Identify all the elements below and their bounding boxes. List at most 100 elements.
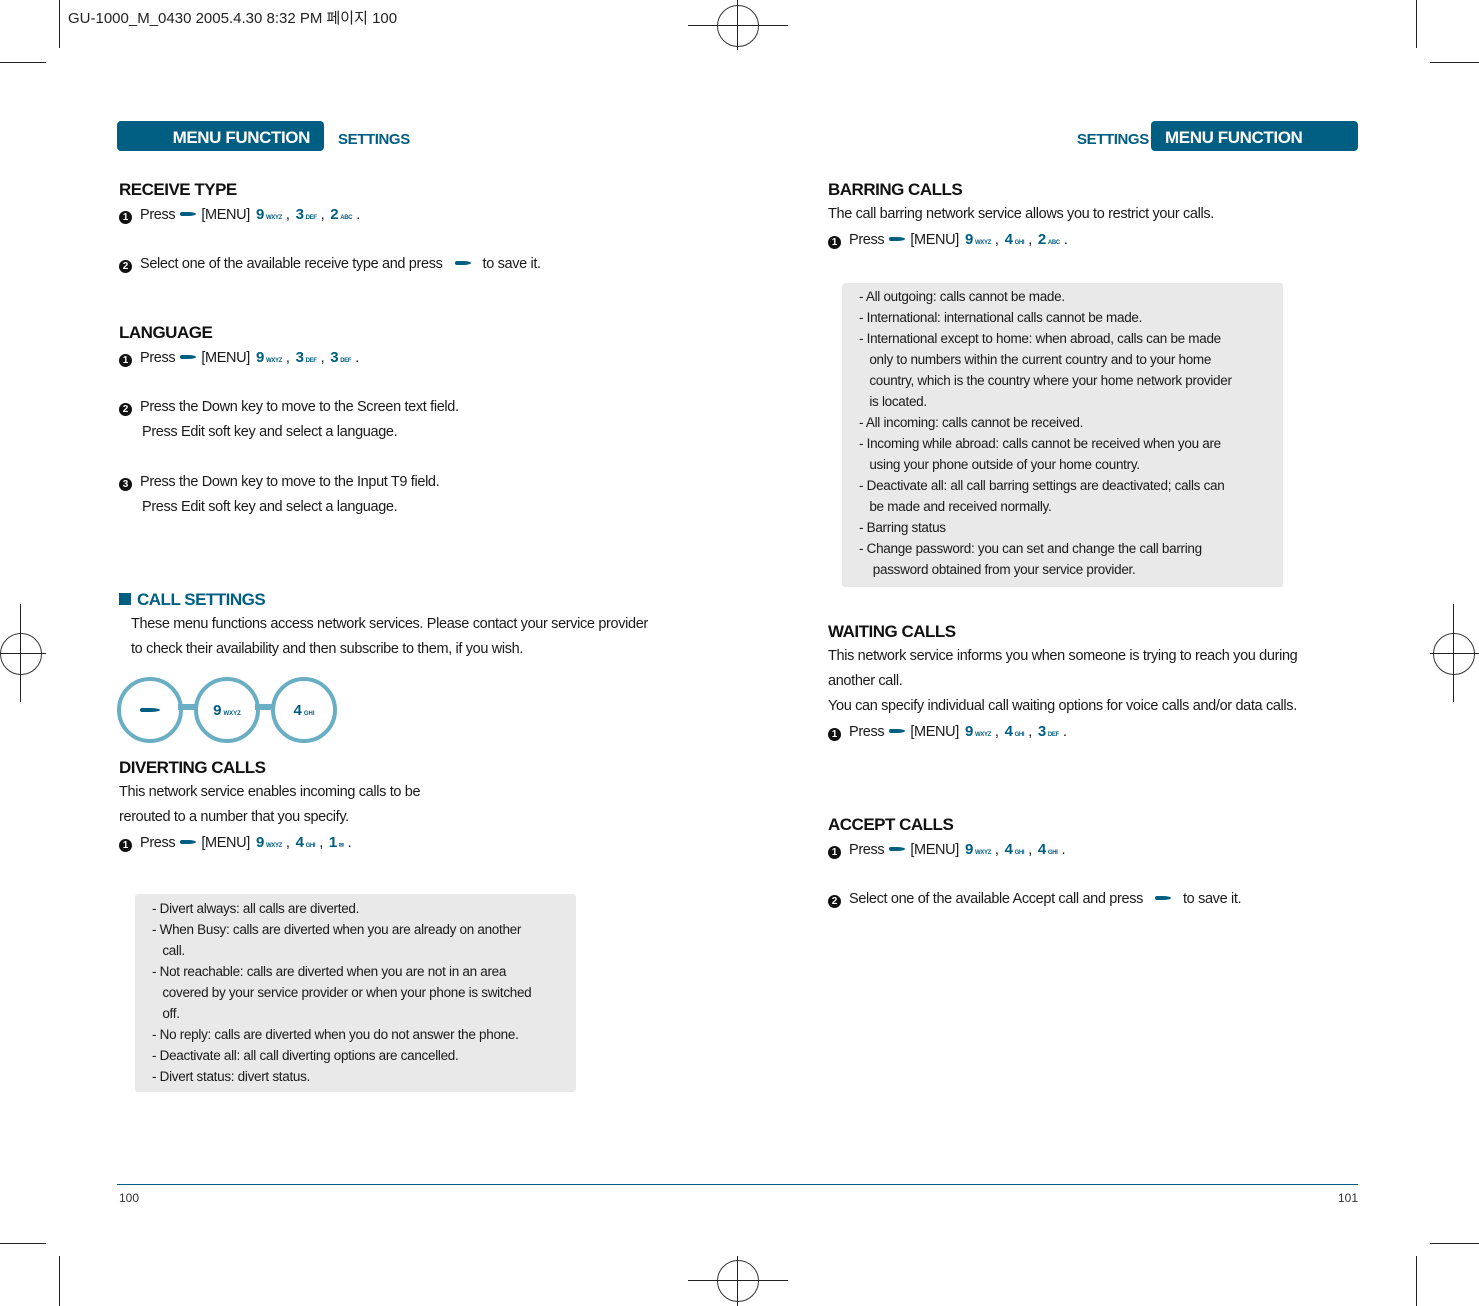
comma-separator: , <box>994 724 999 740</box>
registration-line <box>0 653 46 654</box>
crop-mark <box>59 0 60 48</box>
key-letters: DEF <box>305 358 317 364</box>
box-line: is located. <box>859 394 927 409</box>
path-key-4: 4 GHI <box>271 677 337 743</box>
key-digit: 9 <box>255 349 264 366</box>
tab-label: MENU FUNCTION <box>172 128 311 147</box>
key-digit: 9 <box>964 723 973 740</box>
step-suffix: to save it. <box>482 256 542 272</box>
keypad-key: 9 WXYZ <box>965 841 991 858</box>
registration-mark <box>1433 633 1475 675</box>
soft-key-icon <box>454 261 471 265</box>
key-digit: 3 <box>295 206 304 223</box>
keypad-key: 4 GHI <box>1005 841 1025 858</box>
key-letters: GHI <box>1014 732 1025 738</box>
square-bullet-icon <box>119 593 131 605</box>
key-letters: WXYZ <box>265 358 282 364</box>
key-letters: DEF <box>305 215 317 221</box>
box-line: country, which is the country where your… <box>859 373 1232 388</box>
soft-key-icon <box>180 840 197 844</box>
key-letters: WXYZ <box>974 850 991 856</box>
step-number: 1 <box>828 236 841 249</box>
period: . <box>1062 724 1067 740</box>
menu-label: [MENU] <box>201 835 250 851</box>
crop-mark <box>1430 62 1479 63</box>
step-text: Press the Down key to move to the Screen… <box>140 399 459 415</box>
box-line: - Incoming while abroad: calls cannot be… <box>859 436 1221 451</box>
language-step-1: 1 Press [MENU] 9 WXYZ, 3 DEF, 3 DEF. <box>119 349 359 367</box>
diverting-line-2: rerouted to a number that you specify. <box>119 809 349 825</box>
box-line: password obtained from your service prov… <box>859 562 1136 577</box>
step-number: 1 <box>828 728 841 741</box>
barring-line-1: The call barring network service allows … <box>828 206 1214 222</box>
crop-mark <box>0 1243 46 1244</box>
settings-label: SETTINGS <box>1077 131 1149 148</box>
registration-line <box>737 0 738 50</box>
key-digit: 3 <box>1037 723 1046 740</box>
box-line: off. <box>152 1006 180 1021</box>
key-digit: 4 <box>1037 841 1046 858</box>
soft-key-icon <box>889 729 906 733</box>
box-line: call. <box>152 943 185 958</box>
key-digit: 9 <box>255 834 264 851</box>
menu-label: [MENU] <box>201 207 250 223</box>
diverting-step-1: 1 Press [MENU] 9 WXYZ, 4 GHI, 1 ✉. <box>119 834 352 852</box>
step-text: Select one of the available receive type… <box>140 256 443 272</box>
box-line: - Barring status <box>859 520 946 535</box>
language-step-3: 3 Press the Down key to move to the Input… <box>119 474 440 491</box>
key-digit: 1 <box>328 834 337 851</box>
step-text: Select one of the available Accept call … <box>849 891 1143 907</box>
settings-label: SETTINGS <box>338 131 410 148</box>
keypad-key: 3 DEF <box>1038 723 1059 740</box>
registration-line <box>688 1280 788 1281</box>
keypad-key: 9 WXYZ <box>256 349 282 366</box>
keypad-key: 4 GHI <box>1038 841 1058 858</box>
comma-separator: , <box>994 232 999 248</box>
step-number: 1 <box>119 839 132 852</box>
menu-label: [MENU] <box>910 842 959 858</box>
language-step-3-line-2: Press Edit soft key and select a languag… <box>142 499 398 515</box>
accept-step-1: 1 Press [MENU] 9 WXYZ, 4 GHI, 4 GHI. <box>828 841 1066 859</box>
receive-type-step-1: 1 Press [MENU] 9 WXYZ, 3 DEF, 2 ABC. <box>119 206 360 224</box>
registration-line <box>20 604 21 702</box>
keypad-key: 3 DEF <box>296 206 317 223</box>
key-letters: ABC <box>340 215 353 221</box>
box-line: be made and received normally. <box>859 499 1052 514</box>
menu-label: [MENU] <box>910 724 959 740</box>
soft-key-icon <box>889 847 906 851</box>
language-title: LANGUAGE <box>119 323 213 342</box>
box-line: - No reply: calls are diverted when you … <box>152 1027 519 1042</box>
box-line: only to numbers within the current count… <box>859 352 1212 367</box>
accept-calls-title: ACCEPT CALLS <box>828 815 954 834</box>
registration-mark <box>717 5 759 47</box>
path-soft-key <box>117 677 183 743</box>
box-line: - Change password: you can set and chang… <box>859 541 1202 556</box>
comma-separator: , <box>1028 842 1032 858</box>
box-line: - Divert always: all calls are diverted. <box>152 901 360 916</box>
key-letters: GHI <box>305 843 316 849</box>
keypad-key: 4 GHI <box>1005 723 1025 740</box>
page-number-left: 100 <box>119 1191 140 1205</box>
step-number: 1 <box>119 354 132 367</box>
keypad-key: 2 ABC <box>330 206 352 223</box>
comma-separator: , <box>320 207 325 223</box>
path-key-9: 9 WXYZ <box>194 677 260 743</box>
key-letters: WXYZ <box>265 215 282 221</box>
press-label: Press <box>849 232 885 248</box>
registration-mark <box>717 1260 759 1302</box>
page-number-right: 101 <box>1338 1191 1359 1205</box>
waiting-line-2: another call. <box>828 673 903 689</box>
key-letters: GHI <box>1014 850 1025 856</box>
key-letters: WXYZ <box>265 843 282 849</box>
key-letters: ✉ <box>338 843 344 849</box>
registration-line <box>737 1256 738 1306</box>
box-line: - Not reachable: calls are diverted when… <box>152 964 507 979</box>
comma-separator: , <box>285 835 290 851</box>
registration-line <box>1430 653 1479 654</box>
box-line: - Deactivate all: all call diverting opt… <box>152 1048 459 1063</box>
box-line: - International: international calls can… <box>859 310 1143 325</box>
keypad-key: 2 ABC <box>1038 231 1060 248</box>
keypad-key: 9 WXYZ <box>965 231 991 248</box>
key-letters: ABC <box>1047 240 1060 246</box>
press-label: Press <box>140 207 176 223</box>
